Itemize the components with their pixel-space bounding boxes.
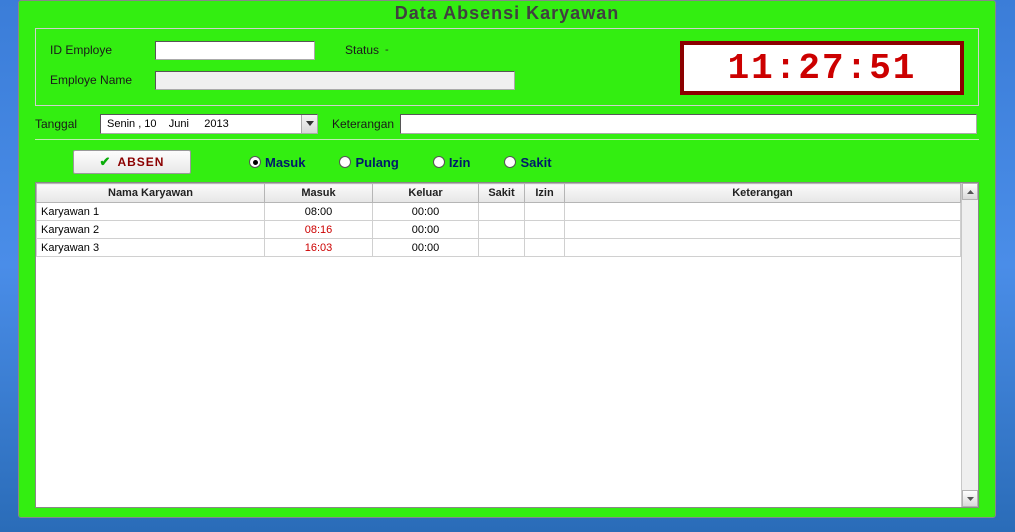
- chevron-down-icon: [306, 121, 314, 126]
- cell-keterangan: [565, 203, 961, 221]
- cell-masuk: 08:16: [265, 221, 373, 239]
- table-body: Nama Karyawan Masuk Keluar Sakit Izin Ke…: [36, 183, 961, 507]
- app-window: Data Absensi Karyawan ID Employe Status …: [18, 0, 996, 518]
- cell-keluar: 00:00: [373, 221, 479, 239]
- name-input[interactable]: [155, 71, 515, 90]
- cell-sakit: [479, 239, 525, 257]
- vertical-scrollbar[interactable]: [961, 183, 978, 507]
- cell-keterangan: [565, 239, 961, 257]
- table-header-row: Nama Karyawan Masuk Keluar Sakit Izin Ke…: [37, 184, 961, 203]
- radio-izin[interactable]: Izin: [433, 155, 471, 170]
- table-row[interactable]: Karyawan 108:0000:00: [37, 203, 961, 221]
- absen-button[interactable]: ✔ ABSEN: [73, 150, 191, 174]
- attendance-radio-group: Masuk Pulang Izin Sakit: [249, 155, 552, 170]
- date-row: Tanggal Senin , 10 Juni 2013 Keterangan: [35, 114, 979, 140]
- radio-pulang-label: Pulang: [355, 155, 398, 170]
- radio-icon: [249, 156, 261, 168]
- cell-keluar: 00:00: [373, 203, 479, 221]
- page-title: Data Absensi Karyawan: [21, 3, 993, 28]
- date-label: Tanggal: [35, 117, 100, 131]
- scroll-track[interactable]: [962, 200, 978, 490]
- keterangan-label: Keterangan: [332, 117, 394, 131]
- cell-nama: Karyawan 3: [37, 239, 265, 257]
- status-value: -: [385, 44, 389, 56]
- cell-sakit: [479, 203, 525, 221]
- radio-masuk[interactable]: Masuk: [249, 155, 305, 170]
- cell-izin: [525, 239, 565, 257]
- keterangan-input[interactable]: [400, 114, 977, 134]
- absen-button-label: ABSEN: [117, 155, 164, 169]
- scroll-down-button[interactable]: [962, 490, 978, 507]
- th-keterangan[interactable]: Keterangan: [565, 184, 961, 203]
- chevron-up-icon: [967, 190, 974, 194]
- cell-masuk: 08:00: [265, 203, 373, 221]
- radio-icon: [504, 156, 516, 168]
- main-panel: Data Absensi Karyawan ID Employe Status …: [19, 1, 995, 517]
- attendance-table: Nama Karyawan Masuk Keluar Sakit Izin Ke…: [36, 183, 961, 257]
- radio-sakit-label: Sakit: [520, 155, 551, 170]
- chevron-down-icon: [967, 497, 974, 501]
- radio-pulang[interactable]: Pulang: [339, 155, 398, 170]
- cell-masuk: 16:03: [265, 239, 373, 257]
- check-icon: ✔: [100, 154, 112, 170]
- th-izin[interactable]: Izin: [525, 184, 565, 203]
- id-input[interactable]: [155, 41, 315, 60]
- radio-izin-label: Izin: [449, 155, 471, 170]
- action-row: ✔ ABSEN Masuk Pulang Izin Sakit: [35, 148, 979, 176]
- name-label: Employe Name: [50, 73, 155, 87]
- table-row[interactable]: Karyawan 316:0300:00: [37, 239, 961, 257]
- cell-nama: Karyawan 2: [37, 221, 265, 239]
- scroll-up-button[interactable]: [962, 183, 978, 200]
- status-label: Status: [345, 43, 379, 57]
- th-nama[interactable]: Nama Karyawan: [37, 184, 265, 203]
- cell-izin: [525, 203, 565, 221]
- cell-izin: [525, 221, 565, 239]
- radio-masuk-label: Masuk: [265, 155, 305, 170]
- clock-display: 11:27:51: [680, 41, 964, 95]
- th-keluar[interactable]: Keluar: [373, 184, 479, 203]
- cell-keterangan: [565, 221, 961, 239]
- attendance-table-container: Nama Karyawan Masuk Keluar Sakit Izin Ke…: [35, 182, 979, 508]
- cell-nama: Karyawan 1: [37, 203, 265, 221]
- date-value: Senin , 10 Juni 2013: [107, 118, 229, 130]
- radio-sakit[interactable]: Sakit: [504, 155, 551, 170]
- table-row[interactable]: Karyawan 208:1600:00: [37, 221, 961, 239]
- radio-icon: [433, 156, 445, 168]
- date-picker[interactable]: Senin , 10 Juni 2013: [100, 114, 318, 134]
- cell-keluar: 00:00: [373, 239, 479, 257]
- th-masuk[interactable]: Masuk: [265, 184, 373, 203]
- date-dropdown-button[interactable]: [301, 115, 317, 133]
- th-sakit[interactable]: Sakit: [479, 184, 525, 203]
- radio-icon: [339, 156, 351, 168]
- id-label: ID Employe: [50, 43, 155, 57]
- cell-sakit: [479, 221, 525, 239]
- employee-info-box: ID Employe Status - Employe Name 11:27:5…: [35, 28, 979, 106]
